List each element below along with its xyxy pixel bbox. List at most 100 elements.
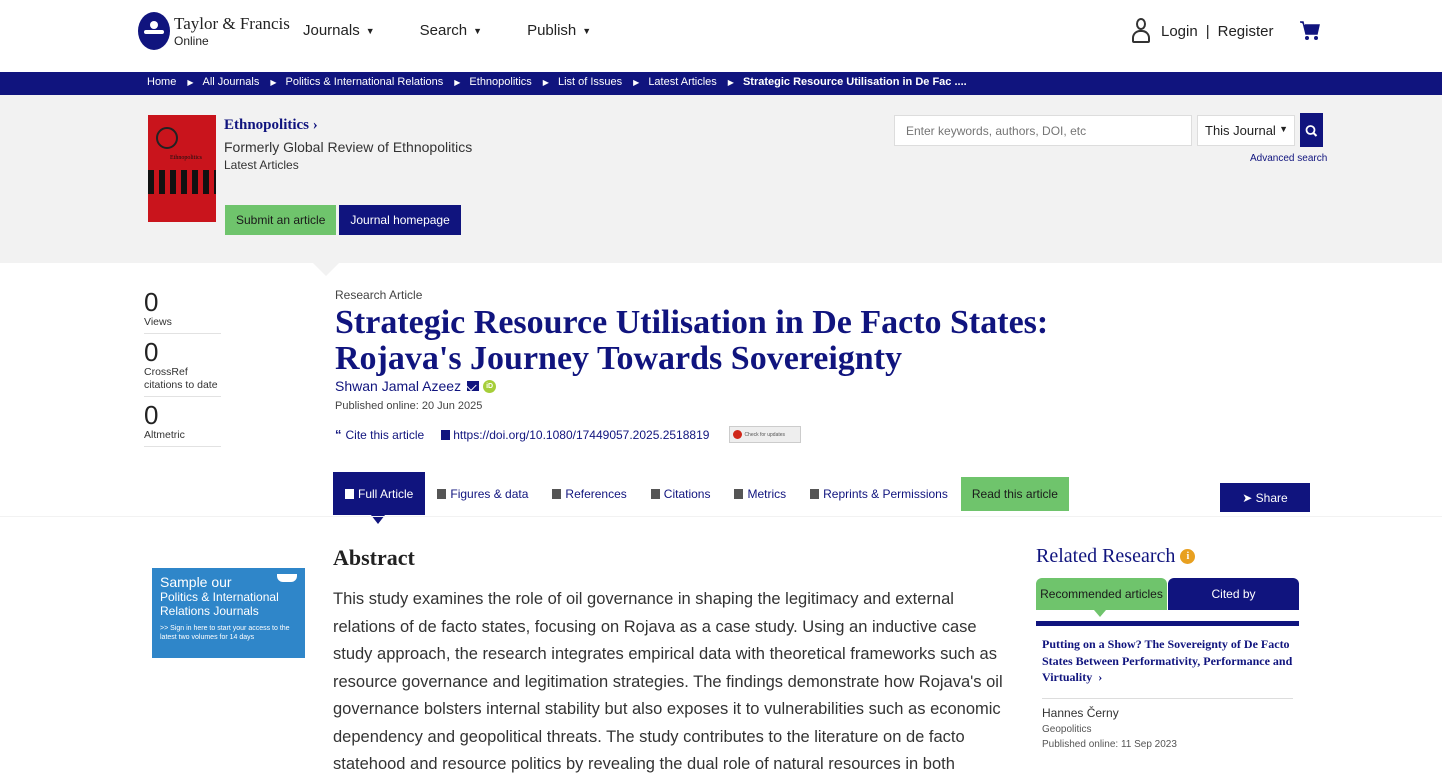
journal-banner: Ethnopolitics Ethnopolitics › Formerly G… (0, 95, 1442, 263)
search-button[interactable] (1300, 113, 1323, 147)
site-header: Taylor & Francis Online Journals ▼ Search… (0, 0, 1442, 72)
envelope-icon[interactable] (467, 381, 480, 391)
tab-reprints-permissions[interactable]: Reprints & Permissions (798, 472, 960, 515)
sample-journals-ad[interactable]: Sample our Politics & International Rela… (152, 568, 305, 658)
breadcrumb-journal[interactable]: Ethnopolitics (469, 76, 531, 88)
image-icon (437, 488, 447, 499)
nav-publish[interactable]: Publish ▼ (527, 22, 591, 39)
journal-homepage-button[interactable]: Journal homepage (339, 205, 461, 235)
breadcrumb: Home ▶ All Journals ▶ Politics & Interna… (147, 76, 967, 88)
link-icon (441, 429, 451, 440)
bar-chart-icon (734, 488, 744, 499)
search-icon (1305, 125, 1318, 137)
login-link[interactable]: Login (1161, 23, 1198, 40)
journal-name-link[interactable]: Ethnopolitics › (224, 117, 472, 134)
nav-search[interactable]: Search ▼ (420, 22, 482, 39)
check-for-updates-badge[interactable]: Check for updates (729, 426, 802, 443)
author-line: Shwan Jamal Azeez iD (335, 378, 497, 394)
journal-info: Ethnopolitics › Formerly Global Review o… (224, 117, 472, 172)
read-article-button[interactable]: Read this article (960, 476, 1069, 511)
journal-cover-image[interactable]: Ethnopolitics (148, 115, 216, 222)
cite-article-link[interactable]: Cite this article (346, 428, 425, 442)
cover-title: Ethnopolitics (170, 155, 202, 161)
submit-article-button[interactable]: Submit an article (225, 205, 337, 235)
breadcrumb-current: Strategic Resource Utilisation in De Fac… (742, 76, 967, 88)
tab-references[interactable]: References (540, 472, 638, 515)
share-button[interactable]: ➤ Share (1220, 483, 1310, 512)
abstract-text: This study examines the role of oil gove… (333, 590, 1003, 773)
divider (1042, 697, 1293, 699)
search-scope-select[interactable]: This Journal ▼ (1197, 115, 1295, 146)
metric-views: 0 Views (144, 288, 221, 334)
tab-metrics[interactable]: Metrics (722, 472, 798, 515)
crossmark-icon (733, 430, 743, 439)
journal-formerly: Formerly Global Review of Ethnopolitics (224, 139, 473, 155)
quote-icon: “ (335, 427, 342, 442)
breadcrumb-arrow-icon: ▶ (270, 77, 277, 87)
author-link[interactable]: Shwan Jamal Azeez (335, 378, 461, 394)
breadcrumb-bar: Home ▶ All Journals ▶ Politics & Interna… (0, 72, 1442, 95)
related-article-author: Hannes Černy (1042, 705, 1119, 720)
related-article-card: Putting on a Show? The Sovereignty of De… (1036, 621, 1299, 777)
tab-figures-data[interactable]: Figures & data (425, 472, 540, 515)
chevron-right-icon: › (312, 117, 318, 133)
breadcrumb-all-journals[interactable]: All Journals (203, 76, 260, 88)
abstract-heading: Abstract (333, 545, 415, 570)
logo-line1: Taylor & Francis (174, 14, 290, 33)
logo-icon (138, 12, 170, 50)
info-icon[interactable]: i (1180, 549, 1196, 564)
login-separator: | (1205, 22, 1210, 40)
cite-doi-line: “ Cite this article https://doi.org/10.1… (335, 426, 802, 443)
chevron-down-icon: ▼ (365, 25, 375, 36)
related-tabs: Recommended articles Cited by (1036, 578, 1300, 617)
user-area: Login | Register (1131, 18, 1273, 44)
doi-link[interactable]: https://doi.org/10.1080/17449057.2025.25… (453, 428, 709, 442)
journal-buttons: Submit an article Journal homepage (225, 205, 461, 235)
user-icon[interactable] (1131, 18, 1151, 44)
chevron-down-icon: ▼ (473, 25, 483, 36)
taylor-francis-logo[interactable]: Taylor & Francis Online (138, 12, 290, 50)
breadcrumb-arrow-icon: ▶ (727, 77, 734, 87)
search-input[interactable] (894, 115, 1192, 146)
breadcrumb-arrow-icon: ▶ (187, 77, 194, 87)
breadcrumb-arrow-icon: ▶ (542, 77, 549, 87)
article-tabs: Full Article Figures & data References C… (333, 472, 1069, 524)
metric-crossref: 0 CrossRef citations to date (144, 338, 221, 397)
main-nav: Journals ▼ Search ▼ Publish ▼ (303, 22, 636, 39)
share-icon: ➤ (1242, 490, 1256, 505)
chevron-down-icon: ▼ (582, 25, 592, 36)
breadcrumb-subject[interactable]: Politics & International Relations (286, 76, 444, 88)
tab-recommended-articles[interactable]: Recommended articles (1036, 578, 1167, 617)
orcid-icon[interactable]: iD (483, 379, 497, 393)
book-icon (552, 488, 562, 499)
latest-articles-link[interactable]: Latest Articles (224, 158, 472, 172)
printer-icon (810, 488, 820, 499)
article-title: Strategic Resource Utilisation in De Fac… (335, 304, 1049, 377)
advanced-search-link[interactable]: Advanced search (1250, 153, 1327, 164)
breadcrumb-arrow-icon: ▶ (454, 77, 461, 87)
document-icon (345, 488, 354, 499)
article-type: Research Article (335, 288, 423, 302)
shopping-cart-icon[interactable] (1299, 20, 1321, 42)
nav-journals[interactable]: Journals ▼ (303, 22, 375, 39)
breadcrumb-list-of-issues[interactable]: List of Issues (558, 76, 622, 88)
breadcrumb-home[interactable]: Home (147, 76, 176, 88)
ship-icon (277, 574, 297, 582)
tab-citations[interactable]: Citations (639, 472, 723, 515)
chevron-right-icon: › (1095, 670, 1103, 684)
tab-full-article[interactable]: Full Article (333, 472, 426, 524)
related-research-heading: Related Research i (1036, 545, 1196, 568)
divider (0, 516, 1442, 517)
related-article-journal: Geopolitics (1042, 723, 1092, 735)
register-link[interactable]: Register (1218, 23, 1274, 40)
logo-line2: Online (174, 34, 209, 48)
related-article-title[interactable]: Putting on a Show? The Sovereignty of De… (1042, 636, 1293, 686)
tab-cited-by[interactable]: Cited by (1168, 578, 1299, 610)
quote-icon (650, 488, 660, 499)
breadcrumb-arrow-icon: ▶ (633, 77, 640, 87)
article-metrics: 0 Views 0 CrossRef citations to date 0 A… (144, 288, 221, 451)
related-article-published: Published online: 11 Sep 2023 (1042, 738, 1177, 750)
breadcrumb-latest-articles[interactable]: Latest Articles (648, 76, 716, 88)
published-date: Published online: 20 Jun 2025 (335, 400, 483, 412)
chevron-down-icon: ▼ (1279, 124, 1288, 134)
